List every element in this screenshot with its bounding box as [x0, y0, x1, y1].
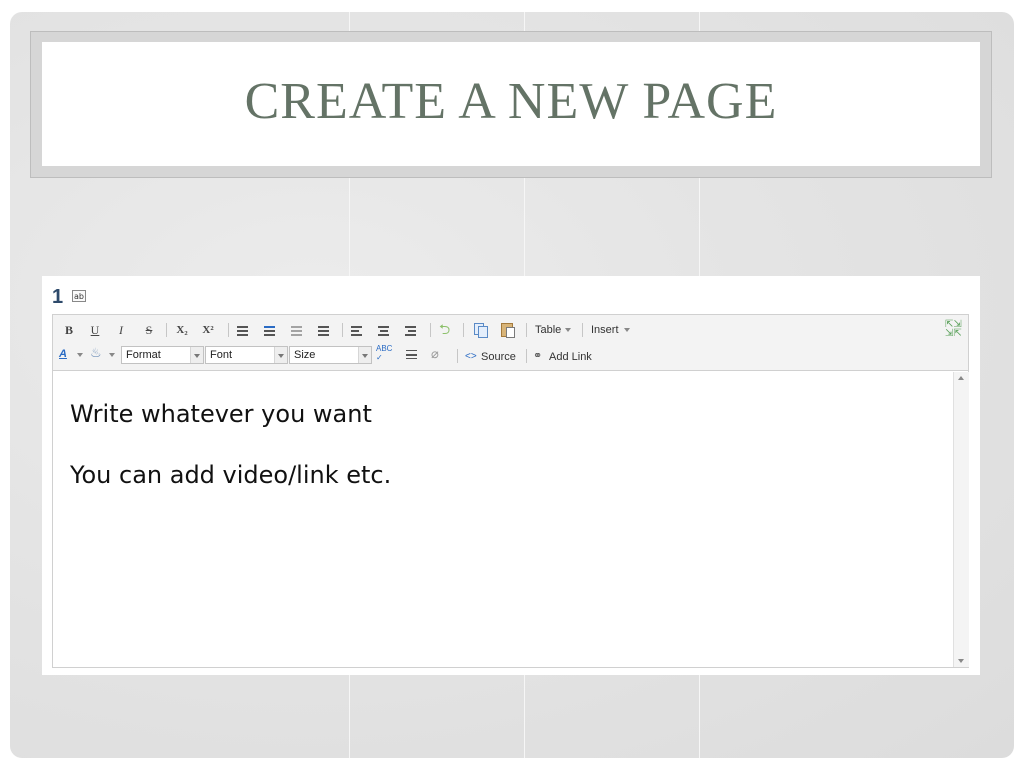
- toolbar-separator: [526, 323, 527, 337]
- source-icon: <>: [465, 351, 477, 362]
- align-left-icon[interactable]: [348, 322, 366, 338]
- chevron-down-icon: [274, 347, 287, 363]
- superscript-button[interactable]: X²: [199, 322, 217, 338]
- content-paragraph: You can add video/link etc.: [70, 461, 392, 489]
- chevron-down-icon: [624, 328, 630, 332]
- content-paragraph: Write whatever you want: [70, 400, 372, 428]
- paste-icon[interactable]: [498, 321, 516, 338]
- scroll-down-icon[interactable]: [958, 659, 964, 663]
- format-dropdown[interactable]: Format: [121, 346, 204, 364]
- link-icon: ⚭: [533, 350, 543, 362]
- add-link-button[interactable]: Add Link: [549, 349, 592, 365]
- format-dropdown-value: Format: [126, 349, 161, 361]
- undo-icon[interactable]: ⮌: [439, 321, 450, 337]
- text-field-icon[interactable]: ab: [72, 290, 86, 302]
- editor-scrollbar[interactable]: [953, 372, 969, 667]
- toolbar-separator: [463, 323, 464, 337]
- toolbar-separator: [526, 349, 527, 363]
- underline-button[interactable]: U: [86, 322, 104, 338]
- font-dropdown[interactable]: Font: [205, 346, 288, 364]
- toolbar-separator: [166, 323, 167, 337]
- font-dropdown-value: Font: [210, 349, 233, 361]
- table-menu[interactable]: Table: [535, 322, 561, 338]
- bold-button[interactable]: B: [60, 322, 78, 338]
- horizontal-rule-icon[interactable]: [403, 347, 421, 363]
- chevron-down-icon: [109, 353, 115, 357]
- maximize-icon[interactable]: ⇱⇲ ⇲⇱: [945, 320, 962, 339]
- copy-icon[interactable]: [471, 321, 489, 338]
- subscript-button[interactable]: X₂: [173, 322, 191, 338]
- spellcheck-icon[interactable]: ABC ✓: [376, 344, 392, 362]
- toolbar-separator: [457, 349, 458, 363]
- strikethrough-button[interactable]: S: [140, 322, 158, 338]
- step-number: 1: [52, 286, 64, 308]
- chevron-down-icon: [358, 347, 371, 363]
- slide-title: CREATE A NEW PAGE: [244, 73, 778, 130]
- align-right-icon[interactable]: [402, 322, 420, 338]
- source-button[interactable]: Source: [481, 349, 516, 365]
- background-color-icon[interactable]: ♨: [90, 345, 102, 361]
- toolbar-separator: [228, 323, 229, 337]
- toolbar-separator: [430, 323, 431, 337]
- toolbar-separator: [342, 323, 343, 337]
- numbered-list-icon[interactable]: [261, 322, 279, 338]
- size-dropdown[interactable]: Size: [289, 346, 372, 364]
- toolbar-separator: [582, 323, 583, 337]
- text-color-icon[interactable]: A: [59, 346, 67, 362]
- scroll-up-icon[interactable]: [958, 376, 964, 380]
- italic-button[interactable]: I: [112, 322, 130, 338]
- insert-menu[interactable]: Insert: [591, 322, 619, 338]
- align-center-icon[interactable]: [375, 322, 393, 338]
- outdent-icon[interactable]: [288, 322, 306, 338]
- chevron-down-icon: [565, 328, 571, 332]
- chevron-down-icon: [77, 353, 83, 357]
- chevron-down-icon: [190, 347, 203, 363]
- remove-format-icon[interactable]: ⌀: [431, 346, 439, 362]
- indent-icon[interactable]: [315, 322, 333, 338]
- editor-toolbar: B U I S X₂ X² ⮌ Table Insert ⇱⇲ ⇲⇱ A ♨ F…: [52, 314, 969, 371]
- bulleted-list-icon[interactable]: [234, 322, 252, 338]
- size-dropdown-value: Size: [294, 349, 316, 361]
